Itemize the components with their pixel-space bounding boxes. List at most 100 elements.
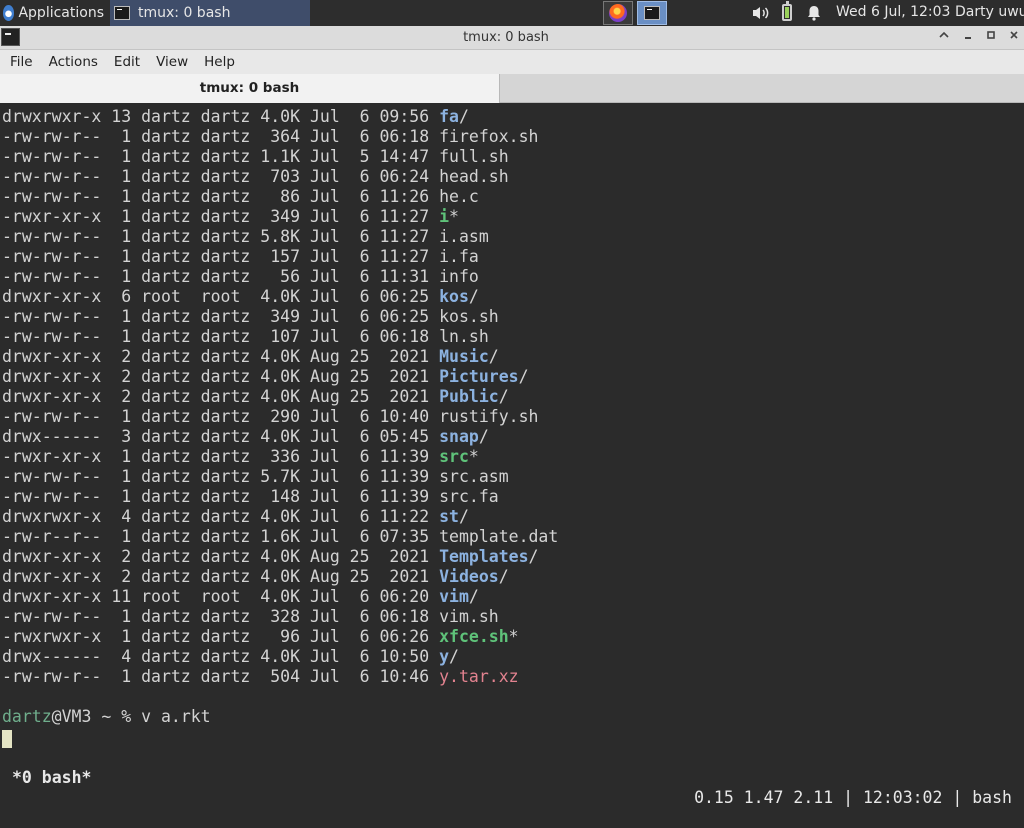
menu-file[interactable]: File	[10, 54, 33, 70]
ls-row-meta: -rw-rw-r-- 1 dartz dartz 364 Jul 6 06:18	[2, 127, 440, 146]
menu-bar: File Actions Edit View Help	[0, 50, 1024, 74]
ls-row-filename: he.c	[439, 187, 479, 206]
tmux-window-label[interactable]: *0 bash*	[12, 768, 91, 788]
battery-icon[interactable]	[782, 1, 792, 21]
notification-bell-icon[interactable]	[806, 5, 822, 21]
prompt-user: dartz	[2, 707, 52, 726]
terminal-view[interactable]: drwxrwxr-x 13 dartz dartz 4.0K Jul 6 09:…	[0, 104, 1024, 807]
tab-strip: tmux: 0 bash	[0, 74, 1024, 103]
ls-row: drwxrwxr-x 4 dartz dartz 4.0K Jul 6 11:2…	[2, 507, 558, 527]
ls-row-meta: drwxr-xr-x 2 dartz dartz 4.0K Aug 25 202…	[2, 367, 440, 386]
applications-label: Applications	[18, 5, 104, 21]
ls-row: -rwxr-xr-x 1 dartz dartz 349 Jul 6 11:27…	[2, 207, 558, 227]
tmux-session-name: bash	[972, 788, 1012, 807]
menu-view[interactable]: View	[156, 54, 188, 70]
ls-row-meta: -rw-rw-r-- 1 dartz dartz 5.8K Jul 6 11:2…	[2, 227, 440, 246]
ls-row: -rw-r--r-- 1 dartz dartz 1.6K Jul 6 07:3…	[2, 527, 558, 547]
ls-row: drwxr-xr-x 2 dartz dartz 4.0K Aug 25 202…	[2, 567, 558, 587]
ls-row: -rw-rw-r-- 1 dartz dartz 56 Jul 6 11:31 …	[2, 267, 558, 287]
ls-row-filename: y	[439, 647, 450, 666]
firefox-icon	[609, 4, 627, 22]
ls-row-filename: rustify.sh	[439, 407, 539, 426]
ls-row-meta: drwxr-xr-x 2 dartz dartz 4.0K Aug 25 202…	[2, 347, 440, 366]
ls-row: drwxrwxr-x 13 dartz dartz 4.0K Jul 6 09:…	[2, 107, 558, 127]
panel-user-name[interactable]: Darty uwu	[955, 4, 1024, 20]
menu-help[interactable]: Help	[204, 54, 235, 70]
ls-row-suffix: /	[498, 567, 509, 586]
close-window-button[interactable]	[1006, 29, 1022, 45]
chevron-up-icon	[939, 31, 949, 38]
tmux-status-bar: *0 bash* 0.15 1.47 2.11 | 12:03:02 | bas…	[0, 748, 1024, 807]
terminal-icon	[114, 6, 130, 20]
shade-window-button[interactable]	[936, 29, 952, 45]
ls-row-filename: i	[439, 207, 450, 226]
ls-row: -rw-rw-r-- 1 dartz dartz 504 Jul 6 10:46…	[2, 667, 558, 687]
taskbar-item-terminal[interactable]: tmux: 0 bash	[110, 0, 310, 26]
window-title: tmux: 0 bash	[463, 30, 549, 45]
window-titlebar[interactable]: tmux: 0 bash	[0, 26, 1024, 50]
ls-row-filename: Public	[439, 387, 499, 406]
minimize-icon	[965, 37, 971, 39]
ls-row-filename: full.sh	[439, 147, 509, 166]
ls-row-meta: drwxr-xr-x 2 dartz dartz 4.0K Aug 25 202…	[2, 567, 440, 586]
ls-row-filename: Templates	[439, 547, 529, 566]
ls-row-filename: src.fa	[439, 487, 499, 506]
ls-row-filename: Pictures	[439, 367, 519, 386]
ls-row-suffix: /	[458, 107, 469, 126]
ls-row-meta: -rw-rw-r-- 1 dartz dartz 504 Jul 6 10:46	[2, 667, 440, 686]
xfce-logo-icon	[3, 5, 15, 21]
ls-row: drwx------ 4 dartz dartz 4.0K Jul 6 10:5…	[2, 647, 558, 667]
minimize-window-button[interactable]	[960, 29, 976, 45]
ls-row-suffix: /	[488, 347, 499, 366]
close-icon	[1010, 31, 1018, 39]
volume-icon[interactable]	[752, 6, 770, 20]
menu-actions[interactable]: Actions	[49, 54, 98, 70]
ls-row: drwxr-xr-x 2 dartz dartz 4.0K Aug 25 202…	[2, 367, 558, 387]
ls-row-meta: -rw-rw-r-- 1 dartz dartz 157 Jul 6 11:27	[2, 247, 440, 266]
ls-row: -rw-rw-r-- 1 dartz dartz 157 Jul 6 11:27…	[2, 247, 558, 267]
ls-row-suffix: *	[449, 207, 459, 226]
ls-row-filename: snap	[439, 427, 479, 446]
panel-clock[interactable]: Wed 6 Jul, 12:03	[836, 4, 950, 20]
ls-row-filename: i.fa	[439, 247, 479, 266]
ls-row: -rw-rw-r-- 1 dartz dartz 148 Jul 6 11:39…	[2, 487, 558, 507]
ls-row: -rwxrwxr-x 1 dartz dartz 96 Jul 6 06:26 …	[2, 627, 558, 647]
applications-menu-button[interactable]: Applications	[0, 0, 104, 26]
ls-row-suffix: /	[449, 647, 459, 666]
ls-row: -rw-rw-r-- 1 dartz dartz 107 Jul 6 06:18…	[2, 327, 558, 347]
ls-row-filename: head.sh	[439, 167, 509, 186]
ls-row: -rw-rw-r-- 1 dartz dartz 5.7K Jul 6 11:3…	[2, 467, 558, 487]
tmux-clock: 12:03:02	[862, 788, 943, 807]
launcher-firefox[interactable]	[603, 1, 633, 25]
prompt-host-path: @VM3 ~ %	[51, 707, 142, 726]
ls-row-suffix: /	[478, 427, 489, 446]
ls-row-filename: firefox.sh	[439, 127, 539, 146]
ls-row-meta: -rw-rw-r-- 1 dartz dartz 703 Jul 6 06:24	[2, 167, 440, 186]
ls-row: -rw-rw-r-- 1 dartz dartz 290 Jul 6 10:40…	[2, 407, 558, 427]
ls-row-filename: template.dat	[439, 527, 559, 546]
tab-tmux-bash[interactable]: tmux: 0 bash	[0, 74, 500, 103]
maximize-window-button[interactable]	[983, 29, 999, 45]
ls-row-meta: -rw-rw-r-- 1 dartz dartz 5.7K Jul 6 11:3…	[2, 467, 440, 486]
ls-row: -rw-rw-r-- 1 dartz dartz 703 Jul 6 06:24…	[2, 167, 558, 187]
ls-row: -rwxr-xr-x 1 dartz dartz 336 Jul 6 11:39…	[2, 447, 558, 467]
tmux-separator: |	[833, 788, 863, 807]
menu-edit[interactable]: Edit	[114, 54, 140, 70]
ls-row: -rw-rw-r-- 1 dartz dartz 328 Jul 6 06:18…	[2, 607, 558, 627]
ls-row-meta: drwxr-xr-x 2 dartz dartz 4.0K Aug 25 202…	[2, 547, 440, 566]
launcher-terminal[interactable]	[637, 1, 667, 25]
ls-row-meta: -rwxr-xr-x 1 dartz dartz 349 Jul 6 11:27	[2, 207, 440, 226]
ls-row: drwx------ 3 dartz dartz 4.0K Jul 6 05:4…	[2, 427, 558, 447]
tmux-load-average: 0.15 1.47 2.11	[694, 788, 834, 807]
ls-row-suffix: *	[508, 627, 519, 646]
ls-row: -rw-rw-r-- 1 dartz dartz 86 Jul 6 11:26 …	[2, 187, 558, 207]
prompt-command: v a.rkt	[141, 707, 211, 726]
ls-row-filename: ln.sh	[439, 327, 489, 346]
shell-prompt-line: dartz@VM3 ~ % v a.rkt	[2, 707, 558, 727]
ls-row-filename: kos	[439, 287, 469, 306]
ls-row: drwxr-xr-x 6 root root 4.0K Jul 6 06:25 …	[2, 287, 558, 307]
ls-row-filename: st	[439, 507, 459, 526]
ls-row: -rw-rw-r-- 1 dartz dartz 5.8K Jul 6 11:2…	[2, 227, 558, 247]
ls-row-meta: drwx------ 3 dartz dartz 4.0K Jul 6 05:4…	[2, 427, 440, 446]
ls-row-meta: -rw-rw-r-- 1 dartz dartz 290 Jul 6 10:40	[2, 407, 440, 426]
